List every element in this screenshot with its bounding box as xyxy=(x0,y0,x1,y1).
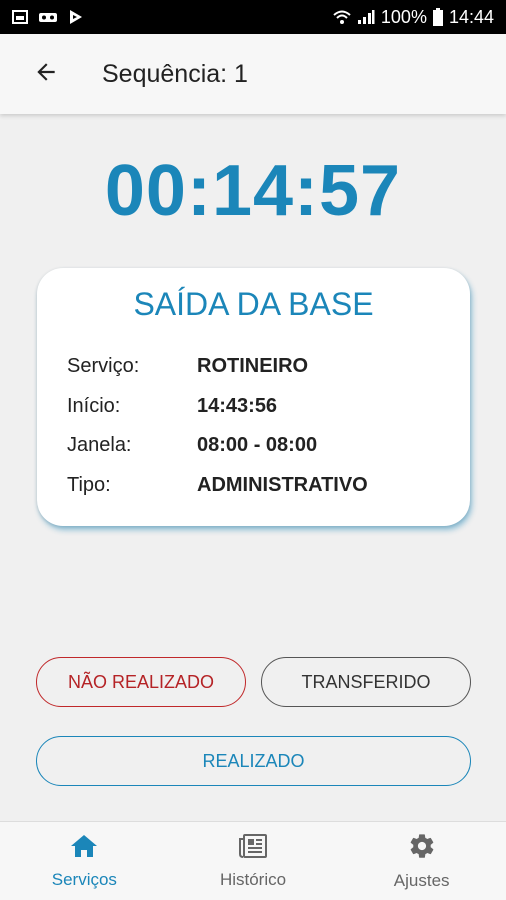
home-icon xyxy=(70,833,98,864)
play-store-icon xyxy=(68,9,84,25)
nav-item-servicos[interactable]: Serviços xyxy=(0,822,169,900)
nav-label: Ajustes xyxy=(393,870,450,890)
arrow-back-icon xyxy=(33,59,59,90)
nao-realizado-button[interactable]: NÃO REALIZADO xyxy=(36,657,246,707)
status-system: 100% 14:44 xyxy=(333,7,494,28)
info-value: ADMINISTRATIVO xyxy=(197,474,368,496)
newspaper-icon xyxy=(238,833,268,864)
voicemail-icon xyxy=(38,9,58,25)
info-row-tipo: Tipo: ADMINISTRATIVO xyxy=(67,474,368,497)
info-row-servico: Serviço: ROTINEIRO xyxy=(67,355,308,378)
page-title: Sequência: 1 xyxy=(102,59,248,88)
image-icon xyxy=(12,9,28,25)
bottom-nav: Serviços Histórico Ajustes xyxy=(0,821,506,900)
info-value: 08:00 - 08:00 xyxy=(197,434,318,456)
card-title: SAÍDA DA BASE xyxy=(133,286,374,322)
back-button[interactable] xyxy=(16,34,76,114)
status-time: 14:44 xyxy=(448,6,494,27)
info-row-inicio: Início: 14:43:56 xyxy=(67,395,277,418)
info-row-janela: Janela: 08:00 - 08:00 xyxy=(67,434,317,457)
app-bar: Sequência: 1 xyxy=(0,34,506,114)
nav-label: Histórico xyxy=(219,869,287,889)
battery-icon xyxy=(432,8,443,26)
info-label: Serviço: xyxy=(67,355,140,377)
info-value: ROTINEIRO xyxy=(197,355,309,377)
elapsed-timer: 00:14:57 xyxy=(104,151,402,231)
info-value: 14:43:56 xyxy=(197,395,278,417)
nav-item-historico[interactable]: Histórico xyxy=(169,822,338,900)
service-card: SAÍDA DA BASE Serviço: ROTINEIRO Início:… xyxy=(37,268,470,526)
info-label: Janela: xyxy=(67,434,132,456)
signal-icon xyxy=(357,9,375,25)
battery-percent: 100% xyxy=(380,6,427,27)
nav-label: Serviços xyxy=(51,869,117,889)
status-bar: 100% 14:44 xyxy=(0,0,506,34)
nav-item-ajustes[interactable]: Ajustes xyxy=(337,822,506,900)
gear-icon xyxy=(408,832,436,865)
realizado-button[interactable]: REALIZADO xyxy=(36,736,471,786)
info-label: Tipo: xyxy=(67,474,111,496)
transferido-button[interactable]: TRANSFERIDO xyxy=(261,657,471,707)
info-label: Início: xyxy=(67,395,121,417)
wifi-icon xyxy=(333,9,351,25)
status-notifications xyxy=(12,9,84,25)
